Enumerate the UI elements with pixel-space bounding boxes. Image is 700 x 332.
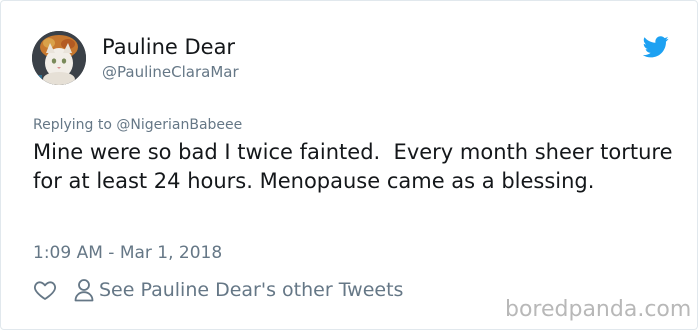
person-icon[interactable] bbox=[73, 278, 95, 302]
other-tweets-link[interactable]: See Pauline Dear's other Tweets bbox=[99, 277, 403, 303]
tweet-text: Mine were so bad I twice fainted. Every … bbox=[33, 140, 680, 193]
watermark: boredpanda.com bbox=[505, 297, 692, 322]
twitter-bird-icon[interactable] bbox=[643, 36, 669, 58]
replying-to[interactable]: Replying to @NigerianBabeee bbox=[33, 115, 242, 135]
tweet-timestamp[interactable]: 1:09 AM - Mar 1, 2018 bbox=[33, 242, 222, 264]
display-name[interactable]: Pauline Dear bbox=[102, 34, 235, 60]
tweet-card: Pauline Dear @PaulineClaraMar Replying t… bbox=[0, 0, 698, 330]
cat-avatar-icon bbox=[32, 31, 86, 85]
tweet-actions: See Pauline Dear's other Tweets bbox=[33, 276, 403, 304]
heart-icon[interactable] bbox=[33, 278, 57, 302]
avatar[interactable] bbox=[32, 31, 86, 85]
user-handle[interactable]: @PaulineClaraMar bbox=[102, 62, 239, 82]
